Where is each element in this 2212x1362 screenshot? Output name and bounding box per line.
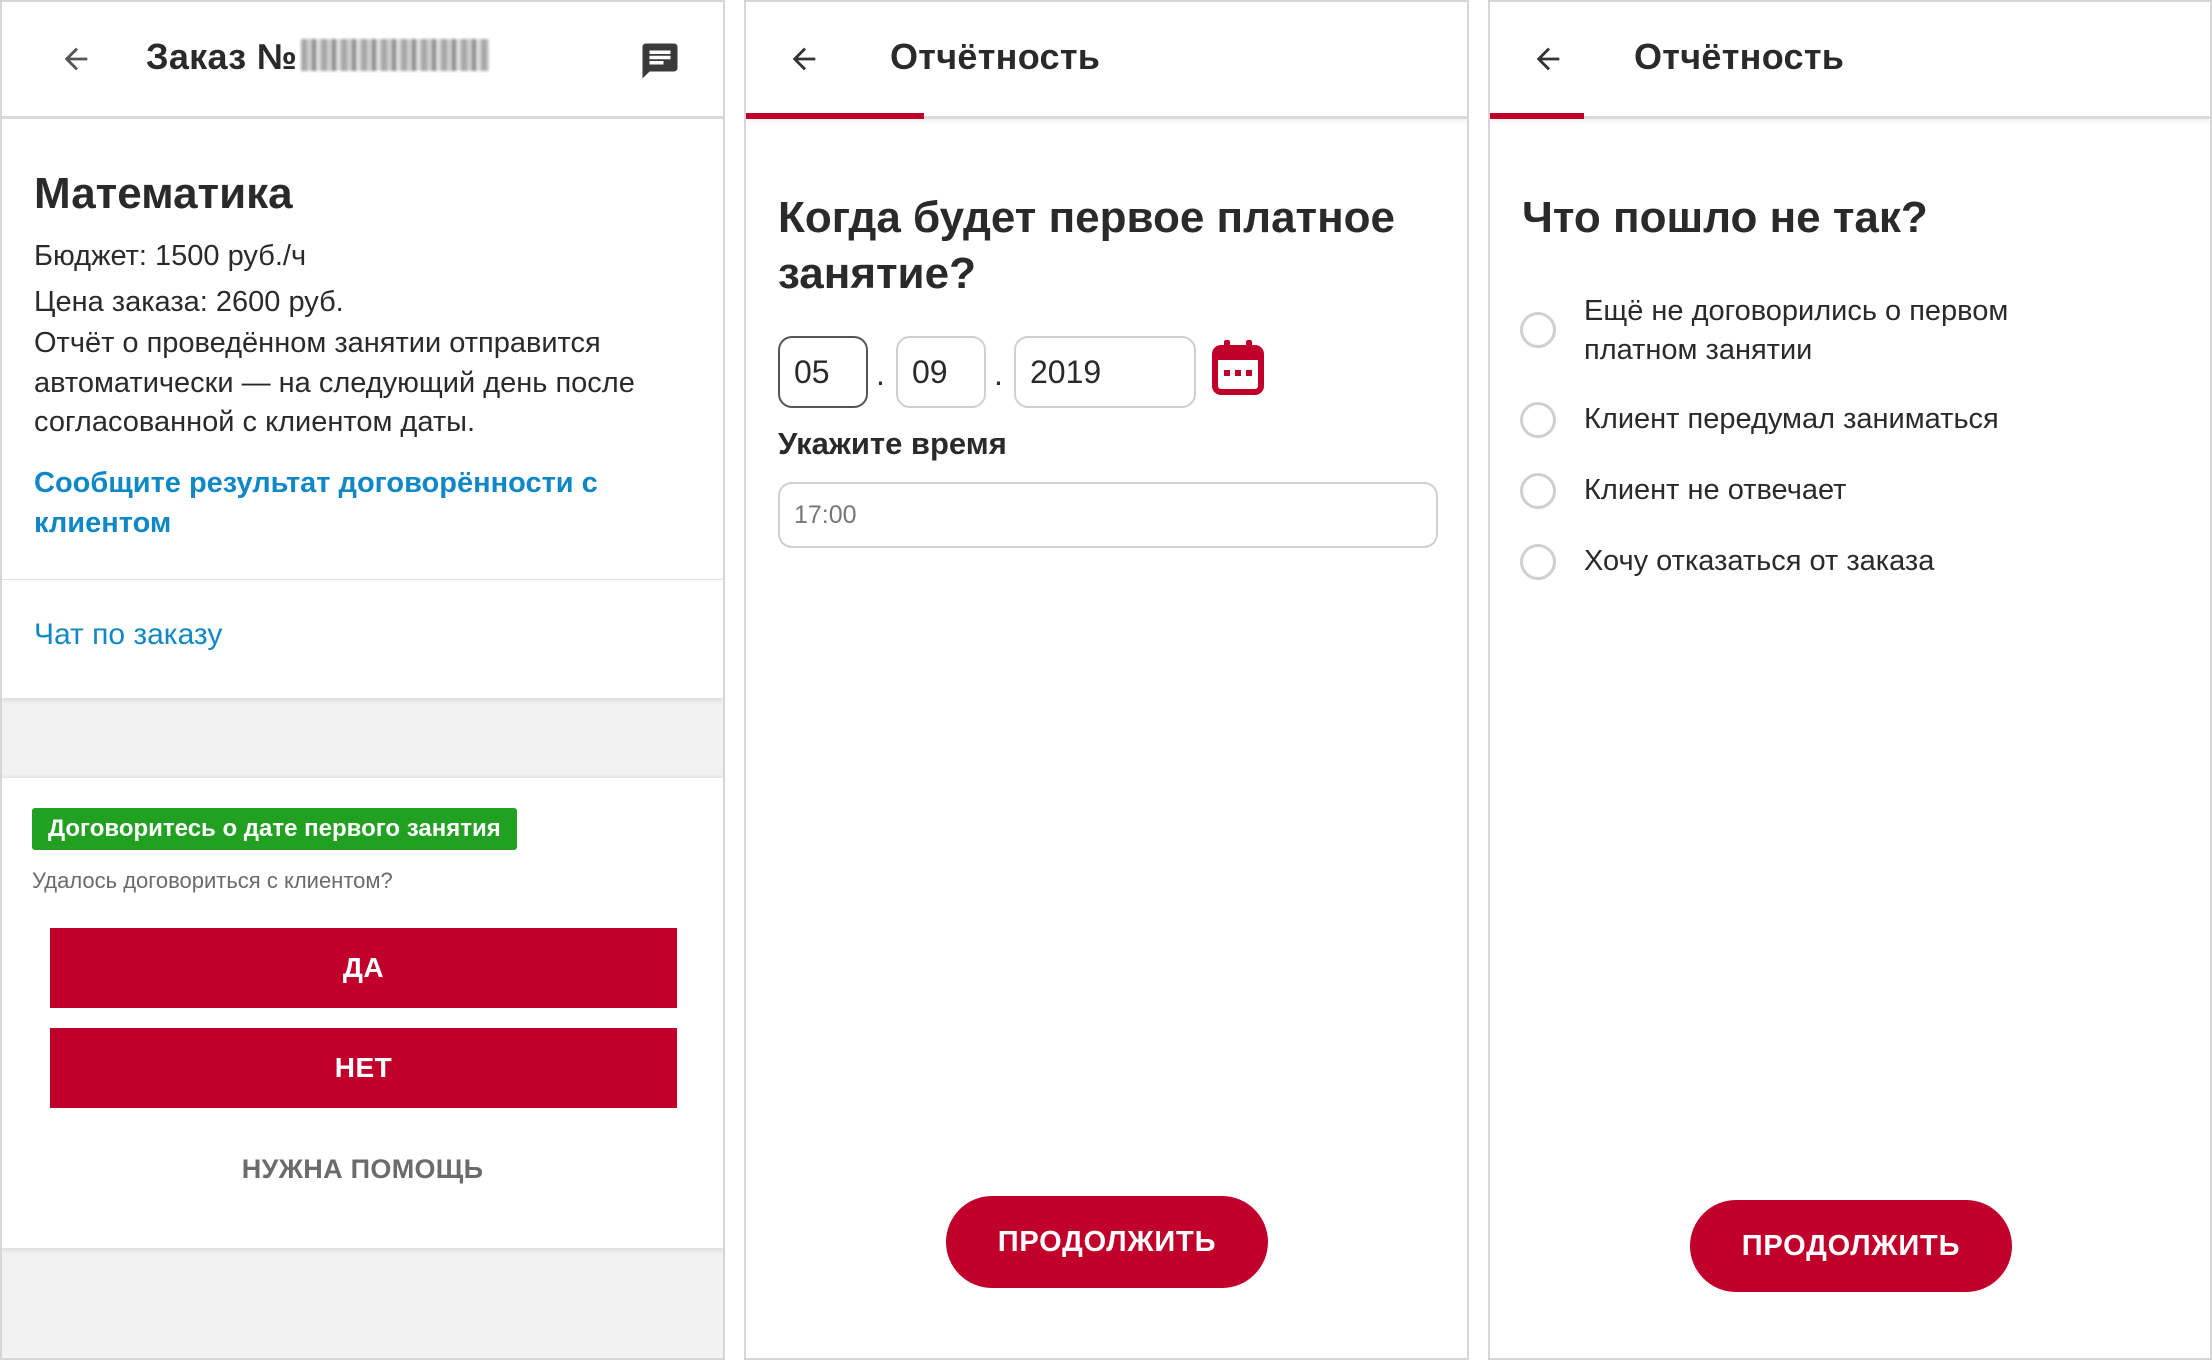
report-problem-screen: Отчётность Что пошло не так? Ещё не дого… (1488, 0, 2212, 1360)
order-appbar: Заказ № (2, 2, 723, 119)
order-title: Заказ № (146, 36, 490, 78)
option-decline-order[interactable]: Хочу отказаться от заказа (1520, 544, 2180, 584)
order-number-redacted (301, 39, 490, 71)
status-badge: Договоритесь о дате первого занятия (32, 808, 517, 850)
yes-button[interactable]: ДА (50, 928, 677, 1008)
month-input[interactable]: 09 (896, 336, 986, 408)
continue-button[interactable]: ПРОДОЛЖИТЬ (1690, 1200, 2012, 1292)
progress-indicator (746, 113, 924, 119)
year-input[interactable]: 2019 (1014, 336, 1196, 408)
report-appbar: Отчётность (1490, 2, 2210, 119)
order-title-text: Заказ № (146, 36, 298, 77)
radio-unchecked-icon[interactable] (1520, 544, 1556, 580)
order-chat-link[interactable]: Чат по заказу (34, 618, 222, 652)
option-label: Клиент передумал заниматься (1584, 403, 1999, 435)
page-title: Отчётность (890, 36, 1101, 77)
page-title: Отчётность (1634, 36, 1845, 77)
option-label: Клиент не отвечает (1584, 474, 1847, 506)
option-not-agreed[interactable]: Ещё не договорились о первом платном зан… (1520, 292, 2180, 372)
report-note: Отчёт о проведённом занятии отправится а… (34, 327, 635, 438)
option-client-not-responding[interactable]: Клиент не отвечает (1520, 473, 2180, 513)
radio-unchecked-icon[interactable] (1520, 402, 1556, 438)
report-result-link[interactable]: Сообщите результат договорённости с клие… (34, 464, 694, 543)
back-arrow-icon[interactable] (58, 42, 94, 76)
need-help-button[interactable]: НУЖНА ПОМОЩЬ (2, 1154, 723, 1185)
option-client-changed-mind[interactable]: Клиент передумал заниматься (1520, 402, 2180, 442)
problem-question: Что пошло не так? (1522, 193, 1928, 242)
report-date-screen: Отчётность Когда будет первое платное за… (744, 0, 1469, 1360)
day-input[interactable]: 05 (778, 336, 868, 408)
first-lesson-question: Когда будет первое платное занятие? (778, 193, 1396, 298)
date-separator: . (876, 356, 885, 392)
report-appbar: Отчётность (746, 2, 1467, 119)
date-separator: . (994, 356, 1003, 392)
agreement-question: Удалось договориться с клиентом? (32, 868, 393, 893)
back-arrow-icon[interactable] (1530, 42, 1566, 76)
radio-unchecked-icon[interactable] (1520, 312, 1556, 348)
message-icon[interactable] (638, 40, 682, 82)
subject-title: Математика (34, 169, 293, 218)
time-label: Укажите время (778, 426, 1007, 461)
budget-text: Бюджет: 1500 руб./ч (34, 240, 307, 272)
price-text: Цена заказа: 2600 руб. (34, 286, 344, 318)
order-info-card: Математика Бюджет: 1500 руб./ч Цена зака… (2, 119, 723, 581)
no-button[interactable]: НЕТ (50, 1028, 677, 1108)
continue-button[interactable]: ПРОДОЛЖИТЬ (946, 1196, 1268, 1288)
order-screen: Заказ № Математика Бюджет: 1500 руб./ч Ц… (0, 0, 725, 1360)
calendar-icon[interactable] (1212, 340, 1264, 396)
agreement-card: Договоритесь о дате первого занятия Удал… (2, 778, 723, 1248)
time-input[interactable]: 17:00 (778, 482, 1438, 548)
chat-card: Чат по заказу (2, 580, 723, 698)
option-label: Хочу отказаться от заказа (1584, 545, 1935, 577)
option-label: Ещё не договорились о первом платном зан… (1584, 295, 2009, 366)
radio-unchecked-icon[interactable] (1520, 473, 1556, 509)
progress-indicator (1490, 113, 1584, 119)
back-arrow-icon[interactable] (786, 42, 822, 76)
